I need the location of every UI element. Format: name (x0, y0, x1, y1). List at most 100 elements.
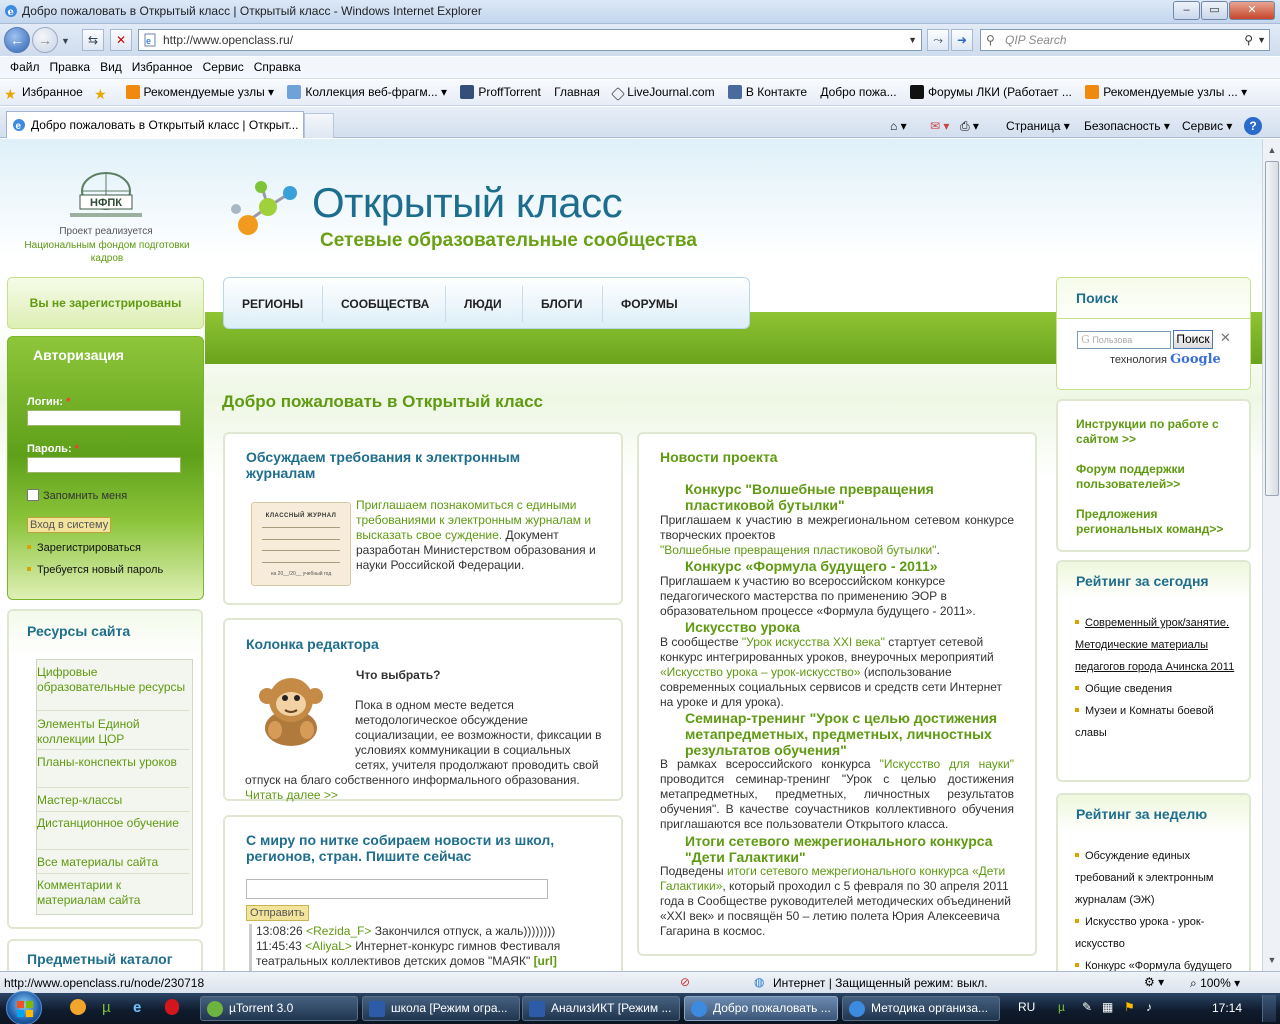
security-menu[interactable]: Безопасность ▾ (1084, 119, 1170, 133)
search-icon[interactable]: ⚲ (1244, 30, 1253, 50)
menu-help[interactable]: Справка (249, 57, 306, 77)
fav-item-3[interactable]: ProffTorrent (456, 80, 546, 99)
search-dropdown-icon[interactable]: ▼ (1257, 30, 1266, 50)
fav-item-7[interactable]: Добро пожа... (816, 80, 902, 99)
zoom-level[interactable]: ⌕ 100% ▾ (1190, 976, 1240, 991)
back-button[interactable]: ← (4, 27, 30, 53)
fav-item-1[interactable]: Рекомендуемые узлы ▾ (122, 80, 281, 99)
page-menu[interactable]: Страница ▾ (1006, 119, 1070, 133)
site-logo-title[interactable]: Открытый класс (312, 179, 623, 227)
rating-today-item[interactable]: Современный урок/занятие. Методические м… (1075, 612, 1240, 678)
tray-utorrent-icon[interactable]: µ (1058, 1000, 1065, 1014)
chat-input[interactable] (246, 879, 548, 899)
menu-favorites[interactable]: Избранное (127, 57, 198, 77)
editor-title[interactable]: Колонка редактора (246, 636, 379, 652)
link-regional-proposals[interactable]: Предложения региональных команд>> (1076, 507, 1236, 537)
feeds-icon[interactable]: ✉ ▾ (930, 119, 949, 133)
tray-icon[interactable]: ✎ (1082, 1000, 1092, 1014)
fav-item-2[interactable]: Коллекция веб-фрагм... ▾ (283, 80, 453, 99)
tray-flag-icon[interactable]: ⚑ (1124, 1000, 1135, 1014)
avast-icon[interactable] (70, 999, 86, 1015)
home-icon[interactable]: ⌂ ▾ (890, 119, 907, 133)
page-scrollbar[interactable]: ▲ ▼ (1262, 139, 1280, 971)
history-dropdown-icon[interactable]: ▼ (61, 36, 70, 46)
scroll-down-icon[interactable]: ▼ (1265, 953, 1279, 967)
minimize-button[interactable]: – (1173, 1, 1200, 20)
print-icon[interactable]: ⎙ ▾ (960, 119, 979, 134)
add-favorite-icon[interactable]: ★ (92, 80, 118, 101)
link-support-forum[interactable]: Форум поддержки пользователей>> (1076, 462, 1236, 492)
news-headline-5[interactable]: Итоги сетевого межрегионального конкурса… (685, 833, 1015, 865)
nav-regions[interactable]: РЕГИОНЫ (242, 297, 303, 311)
news-headline-3[interactable]: Искусство урока (685, 619, 1005, 635)
stop-button[interactable]: ✕ (110, 29, 132, 51)
nav-people[interactable]: ЛЮДИ (464, 297, 502, 311)
news-headline-4[interactable]: Семинар-тренинг "Урок с целью достижения… (685, 710, 1015, 758)
fav-item-9[interactable]: Рекомендуемые узлы ... ▾ (1081, 80, 1253, 99)
resource-item-6[interactable]: Все материалы сайта (37, 855, 190, 874)
task-ie[interactable]: Добро пожаловать ... (684, 996, 838, 1021)
site-search-input[interactable]: G Пользова (1077, 331, 1171, 349)
resource-item-4[interactable]: Мастер-классы (37, 793, 190, 812)
popup-blocker-icon[interactable]: ⊘ (680, 975, 690, 989)
rating-week-item[interactable]: Обсуждение единых требований к электронн… (1075, 845, 1240, 911)
resource-item-3[interactable]: Планы-конспекты уроков (37, 755, 190, 788)
tab-active[interactable]: e Добро пожаловать в Открытый класс | От… (6, 111, 304, 138)
tools-menu[interactable]: Сервис ▾ (1182, 119, 1232, 133)
news-headline-1[interactable]: Конкурс "Волшебные превращения пластиков… (685, 481, 985, 513)
fav-item-4[interactable]: Главная (550, 80, 606, 99)
remember-checkbox[interactable] (27, 489, 39, 501)
show-desktop-button[interactable] (1262, 995, 1276, 1022)
password-input[interactable] (27, 457, 181, 473)
site-search-button[interactable]: Поиск (1173, 330, 1213, 349)
fav-item-5[interactable]: LiveJournal.com (609, 80, 720, 102)
fav-item-8[interactable]: Форумы ЛКИ (Работает ... (906, 80, 1078, 99)
help-icon[interactable]: ? (1244, 117, 1262, 135)
menu-file[interactable]: Файл (5, 57, 45, 77)
rating-today-item[interactable]: Музеи и Комнаты боевой славы (1075, 700, 1240, 744)
go-button[interactable]: ➜ (951, 29, 973, 51)
window-title-bar[interactable]: e Добро пожаловать в Открытый класс | От… (0, 0, 1280, 24)
chat-send-button[interactable]: Отправить (246, 905, 309, 921)
protected-mode-icon[interactable]: ⚙ ▾ (1144, 975, 1164, 989)
nav-communities[interactable]: СООБЩЕСТВА (341, 297, 429, 311)
rss-icon[interactable]: ⤳ (927, 29, 949, 51)
rating-week-item[interactable]: Конкурс «Формула будущего (1075, 955, 1240, 971)
ie-quicklaunch-icon[interactable]: e (133, 999, 141, 1016)
address-dropdown-icon[interactable]: ▼ (908, 30, 917, 50)
search-input[interactable]: ⚲ QIP Search ⚲ ▼ (980, 29, 1270, 51)
language-indicator[interactable]: RU (1018, 1000, 1035, 1014)
login-input[interactable] (27, 410, 181, 426)
clock[interactable]: 17:14 (1212, 1001, 1242, 1015)
utorrent-quicklaunch-icon[interactable]: µ (102, 999, 111, 1016)
start-button[interactable] (6, 991, 42, 1024)
subject-catalog-title[interactable]: Предметный каталог (27, 951, 173, 967)
scroll-up-icon[interactable]: ▲ (1265, 143, 1279, 157)
nav-blogs[interactable]: БЛОГИ (541, 297, 583, 311)
favorites-button[interactable]: ★ Избранное (0, 80, 89, 101)
close-window-button[interactable]: ✕ (1229, 1, 1275, 20)
clear-search-icon[interactable]: ✕ (1220, 330, 1231, 346)
opera-icon[interactable] (165, 999, 179, 1015)
menu-tools[interactable]: Сервис (198, 57, 249, 77)
security-zone[interactable]: Интернет | Защищенный режим: выкл. (773, 976, 988, 990)
tray-volume-icon[interactable]: ♪ (1146, 1000, 1152, 1014)
menu-edit[interactable]: Правка (45, 57, 96, 77)
link-instructions[interactable]: Инструкции по работе с сайтом >> (1076, 417, 1236, 447)
fav-item-6[interactable]: В Контакте (724, 80, 813, 99)
new-tab-button[interactable] (304, 113, 334, 138)
read-more-link[interactable]: Читать далее >> (245, 788, 338, 802)
resource-item-2[interactable]: Элементы Единой коллекции ЦОР (37, 717, 190, 750)
task-word-school[interactable]: школа [Режим огра... (362, 996, 520, 1021)
news-headline-2[interactable]: Конкурс «Формула будущего - 2011» (685, 558, 1005, 574)
task-word-analysis[interactable]: АнализИКТ [Режим ... (522, 996, 680, 1021)
new-password-link[interactable]: Требуется новый пароль (27, 564, 163, 576)
task-ie-2[interactable]: Методика организа... (842, 996, 1000, 1021)
forward-button[interactable]: → (32, 27, 58, 53)
address-input[interactable]: e http://www.openclass.ru/ ▼ (138, 29, 922, 51)
rating-today-item[interactable]: Общие сведения (1075, 678, 1240, 700)
rating-week-item[interactable]: Искусство урока - урок-искусство (1075, 911, 1240, 955)
nav-forums[interactable]: ФОРУМЫ (621, 297, 678, 311)
resource-item-5[interactable]: Дистанционное обучение (37, 816, 190, 850)
ej-title[interactable]: Обсуждаем требования к электронным журна… (246, 449, 576, 481)
